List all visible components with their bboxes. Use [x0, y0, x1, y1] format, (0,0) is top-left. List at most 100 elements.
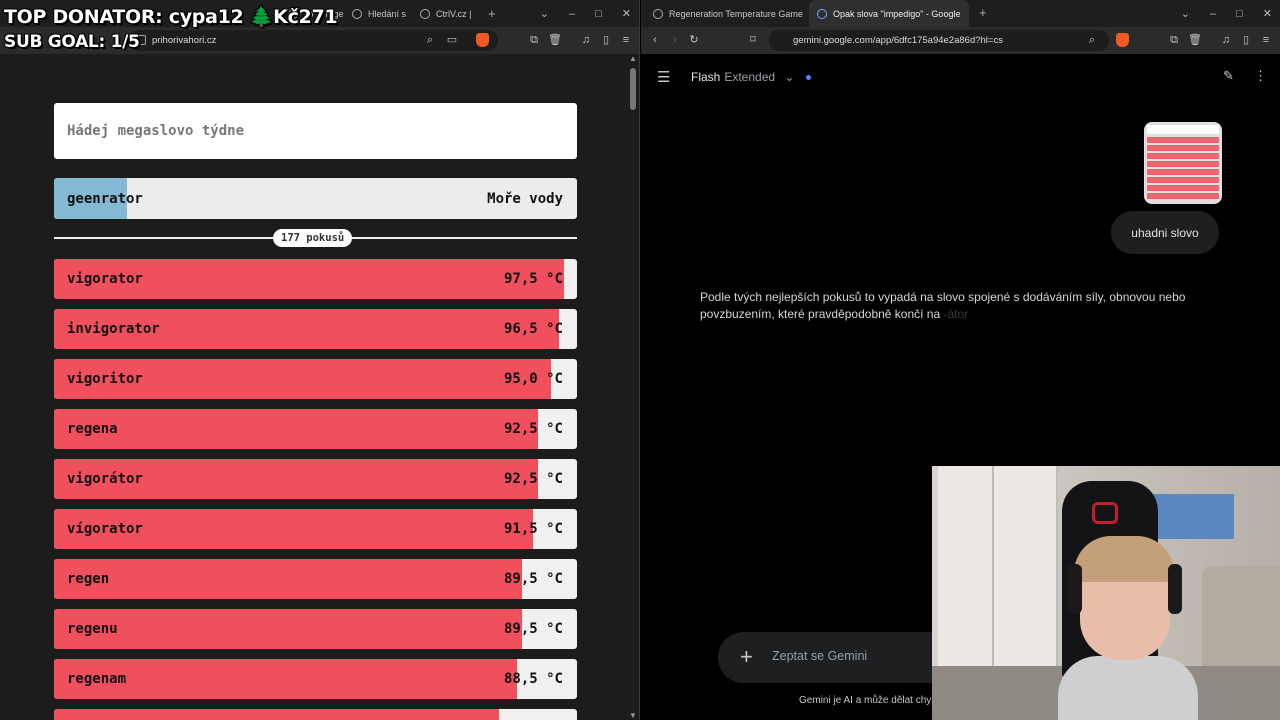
guess-input[interactable]: Hádej megaslovo týdne [54, 103, 577, 159]
guess-word: regena [67, 421, 118, 437]
guess-word: vígorator [67, 521, 143, 537]
left-browser-window: co je rege Hledání s CtrlV.cz | + ⌄ – □ … [0, 0, 640, 720]
left-window-controls: ⌄ – □ ✕ [540, 0, 631, 27]
chevron-down-icon[interactable]: ⌄ [1181, 7, 1190, 20]
headset-icon [1068, 564, 1082, 614]
more-options-icon[interactable]: ⋮ [1254, 68, 1267, 84]
globe-icon [352, 8, 362, 19]
guess-row: vigoritor 95,0 °C [54, 359, 577, 399]
guess-word: vigorator [67, 271, 143, 287]
guess-word: vigorátor [67, 471, 143, 487]
left-address-bar[interactable]: prihorivahori.cz [128, 30, 498, 51]
media-icon[interactable]: ♫ [580, 34, 592, 46]
current-guess-bar: geenrator Moře vody [54, 178, 577, 219]
minimize-icon[interactable]: – [569, 8, 575, 20]
tab-hledani[interactable]: Hledání s [344, 0, 412, 27]
globe-icon [653, 8, 663, 19]
guess-word: regenu [67, 621, 118, 637]
right-tab-bar: Regeneration Temperature Game - G Opak s… [641, 0, 1280, 27]
guess-row: regenam 88,5 °C [54, 659, 577, 699]
sidebar-icon[interactable]: ▯ [1240, 34, 1252, 46]
guess-temp: 89,5 °C [503, 621, 563, 637]
guess-word: regen [67, 571, 110, 587]
guess-row: regen 89,5 °C [54, 559, 577, 599]
ai-disclaimer: Gemini je AI a může dělat chyb [799, 695, 937, 706]
new-tab-button[interactable]: + [480, 0, 504, 27]
guess-temp: 97,5 °C [503, 271, 563, 287]
screen: TOP DONATOR: cypa12 🌲Kč271 SUB GOAL: 1/5… [0, 0, 1280, 720]
guess-row: regenu 89,5 °C [54, 609, 577, 649]
user-message: uhadni slovo [1111, 211, 1219, 254]
forward-icon[interactable]: › [669, 34, 681, 46]
close-icon[interactable]: ✕ [1263, 7, 1272, 20]
top-donator-overlay: TOP DONATOR: cypa12 🌲Kč271 [4, 6, 338, 28]
tab-gemini[interactable]: Opak slova "impedigo" - Google ✕ [809, 0, 969, 27]
bookmark-icon[interactable]: ⌑ [747, 34, 759, 46]
chevron-down-icon[interactable]: ⌄ [540, 7, 549, 20]
guess-temp: 91,5 °C [503, 521, 563, 537]
minimize-icon[interactable]: – [1210, 8, 1216, 20]
guess-row-partial [54, 709, 577, 720]
right-toolbar: ‹ › ↻ ⌑ gemini.google.com/app/6dfc175a94… [641, 27, 1280, 54]
guess-temp: 96,5 °C [503, 321, 563, 337]
menu-icon[interactable]: ≡ [1260, 34, 1272, 46]
gemini-response: Podle tvých nejlepších pokusů to vypadá … [700, 290, 1186, 321]
chair-logo-icon [1092, 502, 1118, 524]
right-address-bar[interactable]: gemini.google.com/app/6dfc175a94e2a86d?h… [769, 30, 1109, 51]
game-page: Hádej megaslovo týdne geenrator Moře vod… [0, 54, 628, 720]
attempts-count-badge: 177 pokusů [273, 229, 353, 247]
maximize-icon[interactable]: □ [595, 8, 602, 20]
guess-row: regena 92,5 °C [54, 409, 577, 449]
sidebar-icon[interactable]: ▯ [600, 34, 612, 46]
guess-row: vígorator 91,5 °C [54, 509, 577, 549]
uploaded-screenshot-thumbnail[interactable] [1144, 122, 1222, 204]
tab-ctrlv[interactable]: CtrlV.cz | [412, 0, 480, 27]
scroll-thumb[interactable] [630, 68, 636, 110]
gemini-header: ☰ Flash Extended ⌄ ✎ ⋮ [641, 54, 1280, 100]
hamburger-menu-icon[interactable]: ☰ [657, 68, 670, 86]
guess-temp: 89,5 °C [503, 571, 563, 587]
back-icon[interactable]: ‹ [649, 34, 661, 46]
media-icon[interactable]: ♫ [1220, 34, 1232, 46]
extensions-icon[interactable]: ⧉ [1168, 34, 1180, 46]
gemini-icon [817, 8, 827, 19]
webcam-overlay [932, 466, 1280, 720]
close-icon[interactable]: ✕ [622, 7, 631, 20]
new-tab-icon[interactable]: + [979, 5, 987, 20]
guess-word: regenam [67, 671, 127, 687]
guess-temp: 88,5 °C [503, 671, 563, 687]
model-selector[interactable]: Flash Extended ⌄ [691, 70, 811, 84]
guess-word: invigorator [67, 321, 160, 337]
page-scrollbar[interactable]: ▲ ▼ [627, 54, 639, 720]
scroll-down-icon[interactable]: ▼ [629, 711, 637, 720]
guess-fill [54, 709, 499, 720]
guess-row: vigorátor 92,5 °C [54, 459, 577, 499]
reload-icon[interactable]: ↻ [688, 34, 700, 46]
chevron-down-icon: ⌄ [784, 70, 795, 84]
zoom-icon[interactable]: ⌕ [424, 34, 436, 46]
maximize-icon[interactable]: □ [1236, 8, 1243, 20]
guess-word: vigoritor [67, 371, 143, 387]
brave-shield-icon[interactable] [476, 33, 489, 47]
guess-temp: 95,0 °C [503, 371, 563, 387]
zoom-icon[interactable]: ⌕ [1086, 34, 1098, 46]
guess-temp: 92,5 °C [503, 421, 563, 437]
menu-icon[interactable]: ≡ [620, 34, 632, 46]
trash-icon[interactable]: 🗑 [548, 34, 562, 46]
add-attachment-icon[interactable]: + [740, 644, 753, 670]
globe-icon [420, 8, 430, 19]
sub-goal-overlay: SUB GOAL: 1/5 [4, 32, 140, 52]
new-chat-icon[interactable]: ✎ [1223, 68, 1234, 84]
extensions-icon[interactable]: ⧉ [528, 34, 540, 46]
scroll-up-icon[interactable]: ▲ [629, 54, 637, 63]
guess-temp: 92,5 °C [503, 471, 563, 487]
cast-icon[interactable]: ▭ [446, 34, 458, 46]
guess-row: vigorator 97,5 °C [54, 259, 577, 299]
brave-shield-icon[interactable] [1116, 33, 1129, 47]
current-guess-word: geenrator [67, 190, 143, 207]
tab-regeneration-game[interactable]: Regeneration Temperature Game - G [645, 0, 805, 27]
guess-row: invigorator 96,5 °C [54, 309, 577, 349]
trash-icon[interactable]: 🗑 [1188, 34, 1202, 46]
current-guess-hint: Moře vody [487, 190, 563, 207]
right-window-controls: ⌄ – □ ✕ [1181, 0, 1272, 27]
